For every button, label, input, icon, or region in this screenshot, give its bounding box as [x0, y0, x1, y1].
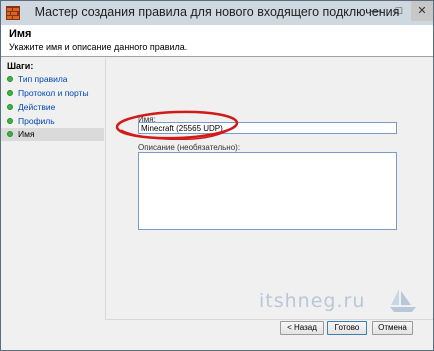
- step-label: Протокол и порты: [18, 88, 89, 98]
- finish-button[interactable]: Готово: [327, 321, 367, 335]
- maximize-button[interactable]: □: [388, 1, 410, 21]
- step-current-icon: [7, 131, 13, 137]
- step-done-icon: [7, 118, 13, 124]
- cancel-button[interactable]: Отмена: [372, 321, 413, 335]
- name-input[interactable]: [138, 122, 397, 134]
- step-done-icon: [7, 104, 13, 110]
- steps-title: Шаги:: [7, 61, 34, 71]
- footer-divider: [105, 319, 433, 320]
- wizard-header: Имя Укажите имя и описание данного прави…: [1, 25, 433, 57]
- description-textarea[interactable]: [138, 152, 397, 230]
- step-label: Действие: [18, 102, 56, 112]
- steps-panel: Шаги: Тип правила Протокол и порты Дейст…: [1, 58, 104, 343]
- step-label: Профиль: [18, 116, 55, 126]
- step-done-icon: [7, 76, 13, 82]
- watermark-text: itshneg.ru: [259, 290, 366, 312]
- close-button[interactable]: ✕: [411, 1, 433, 21]
- step-done-icon: [7, 90, 13, 96]
- description-label: Описание (необязательно):: [138, 143, 241, 152]
- ship-logo-icon: [390, 289, 416, 312]
- page-title: Имя: [9, 28, 32, 40]
- step-profile[interactable]: Профиль: [1, 115, 104, 128]
- step-label: Тип правила: [18, 74, 68, 84]
- back-button[interactable]: < Назад: [280, 321, 324, 335]
- step-action[interactable]: Действие: [1, 101, 104, 114]
- page-subtitle: Укажите имя и описание данного правила.: [9, 42, 188, 52]
- minimize-button[interactable]: —: [365, 1, 387, 21]
- step-name[interactable]: Имя: [1, 128, 104, 141]
- step-protocol-ports[interactable]: Протокол и порты: [1, 87, 104, 100]
- wizard-window: Мастер создания правила для нового входя…: [0, 0, 434, 351]
- title-bar[interactable]: Мастер создания правила для нового входя…: [1, 1, 433, 25]
- step-rule-type[interactable]: Тип правила: [1, 73, 104, 86]
- step-label: Имя: [18, 129, 35, 139]
